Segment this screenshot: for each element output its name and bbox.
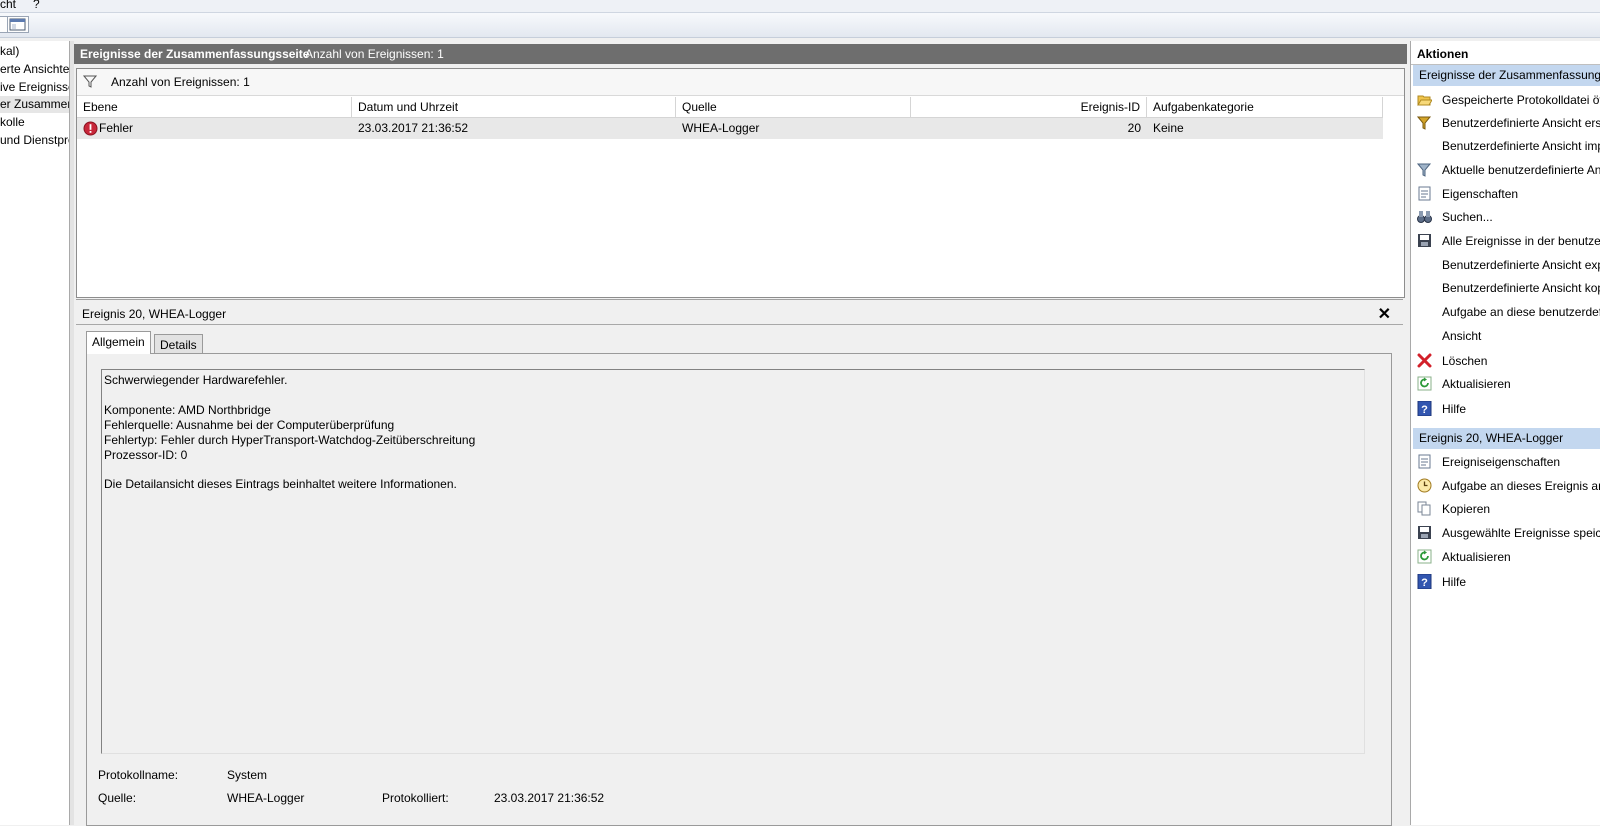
- actions-pane: Aktionen Ereignisse der Zusammenfassungs…: [1410, 41, 1600, 825]
- message-line: Fehlertyp: Fehler durch HyperTransport-W…: [104, 433, 476, 447]
- summary-header: Ereignisse der Zusammenfassungsseite Anz…: [74, 44, 1407, 64]
- refresh-icon: [1417, 376, 1432, 391]
- svg-text:?: ?: [1421, 404, 1428, 416]
- action-copy-custom-view[interactable]: Benutzerdefinierte Ansicht kopieren...: [1411, 277, 1600, 299]
- properties-icon: [1418, 186, 1431, 201]
- cell-datetime: 23.03.2017 21:36:52: [358, 121, 469, 135]
- save-icon: [1418, 526, 1431, 539]
- action-save-all-events[interactable]: Alle Ereignisse in der benutzerdefiniert…: [1411, 230, 1600, 252]
- event-list-panel: Anzahl von Ereignissen: 1 Ebene Datum un…: [76, 68, 1405, 298]
- cell-event-id: 20: [1127, 121, 1141, 135]
- column-header-level[interactable]: Ebene: [77, 97, 352, 117]
- action-view-menu[interactable]: Ansicht: [1411, 325, 1600, 347]
- tree-item-summary-page[interactable]: er Zusammenfa: [0, 96, 69, 113]
- console-pane-icon: [9, 18, 26, 31]
- delete-icon: [1417, 353, 1432, 368]
- event-message-box[interactable]: Schwerwiegender Hardwarefehler. Komponen…: [101, 369, 1365, 754]
- actions-title: Aktionen: [1417, 47, 1469, 61]
- tree-item-app-service-logs[interactable]: und Dienstpro: [0, 132, 69, 149]
- properties-icon: [1418, 454, 1431, 469]
- action-filter-custom-view[interactable]: Aktuelle benutzerdefinierte Ansicht filt…: [1411, 159, 1600, 181]
- menu-bar: cht ?: [0, 0, 1600, 13]
- column-header-event-id[interactable]: Ereignis-ID: [911, 97, 1147, 117]
- filter-icon: [1417, 163, 1432, 177]
- copy-icon: [1417, 501, 1431, 516]
- tab-details[interactable]: Details: [154, 334, 203, 354]
- summary-title: Ereignisse der Zusammenfassungsseite: [80, 47, 310, 61]
- action-copy[interactable]: Kopieren: [1411, 498, 1600, 520]
- close-icon[interactable]: ✕: [1378, 304, 1391, 324]
- folder-open-icon: [1417, 95, 1432, 106]
- save-icon: [1418, 234, 1431, 247]
- message-line: Schwerwiegender Hardwarefehler.: [104, 373, 288, 387]
- action-refresh-event[interactable]: Aktualisieren: [1411, 546, 1600, 568]
- column-header-source[interactable]: Quelle: [676, 97, 911, 117]
- center-pane: Ereignisse der Zusammenfassungsseite Anz…: [74, 41, 1407, 826]
- detail-header: Ereignis 20, WHEA-Logger ✕: [76, 302, 1403, 325]
- source-label: Quelle:: [98, 791, 137, 805]
- logged-value: 23.03.2017 21:36:52: [494, 791, 605, 805]
- toolbar: [0, 13, 1600, 38]
- toolbar-button-show-pane[interactable]: [7, 16, 29, 33]
- filter-icon: [83, 75, 97, 88]
- action-event-properties[interactable]: Ereigniseigenschaften: [1411, 451, 1600, 473]
- section-title: Ereignis 20, WHEA-Logger: [1419, 431, 1564, 445]
- table-header: Ebene Datum und Uhrzeit Quelle Ereignis-…: [77, 97, 1383, 118]
- action-create-custom-view[interactable]: Benutzerdefinierte Ansicht erstellen...: [1411, 112, 1600, 134]
- action-attach-task-view[interactable]: Aufgabe an diese benutzerdefinierte Ansi…: [1411, 301, 1600, 323]
- action-export-custom-view[interactable]: Benutzerdefinierte Ansicht exportieren..…: [1411, 254, 1600, 276]
- binoculars-icon: [1417, 211, 1432, 223]
- tree-item-local[interactable]: kal): [0, 43, 19, 60]
- menu-item-help[interactable]: ?: [33, 0, 40, 11]
- action-delete[interactable]: Löschen: [1411, 350, 1600, 372]
- cell-source: WHEA-Logger: [682, 121, 760, 135]
- message-line: Komponente: AMD Northbridge: [104, 403, 271, 417]
- summary-count: Anzahl von Ereignissen: 1: [305, 47, 444, 61]
- column-header-task-category[interactable]: Aufgabenkategorie: [1147, 97, 1383, 117]
- logged-label: Protokolliert:: [382, 791, 449, 805]
- svg-text:?: ?: [1421, 577, 1428, 589]
- action-properties[interactable]: Eigenschaften: [1411, 183, 1600, 205]
- log-name-value: System: [227, 768, 268, 782]
- action-attach-task-event[interactable]: Aufgabe an dieses Ereignis anfügen...: [1411, 475, 1600, 497]
- action-open-saved-log[interactable]: Gespeicherte Protokolldatei öffnen...: [1411, 89, 1600, 111]
- menu-item-ansicht[interactable]: cht: [0, 0, 16, 11]
- filter-add-icon: [1417, 116, 1432, 130]
- message-line: Fehlerquelle: Ausnahme bei der Computerü…: [104, 418, 395, 432]
- source-value: WHEA-Logger: [227, 791, 305, 805]
- detail-title: Ereignis 20, WHEA-Logger: [82, 307, 227, 321]
- cell-task-category: Keine: [1153, 121, 1184, 135]
- actions-section-event[interactable]: Ereignis 20, WHEA-Logger: [1413, 428, 1600, 449]
- log-name-label: Protokollname:: [98, 768, 179, 782]
- filter-count: Anzahl von Ereignissen: 1: [111, 75, 250, 89]
- message-line: Prozessor-ID: 0: [104, 448, 188, 462]
- tab-body-allgemein: Schwerwiegender Hardwarefehler. Komponen…: [86, 353, 1392, 826]
- navigation-tree: kal) erte Ansichten ive Ereignisse er Zu…: [0, 41, 70, 825]
- tree-item-admin-events[interactable]: ive Ereignisse: [0, 79, 69, 96]
- message-line: Die Detailansicht dieses Eintrags beinha…: [104, 477, 457, 491]
- tab-allgemein[interactable]: Allgemein: [86, 331, 151, 354]
- cell-level: Fehler: [99, 121, 134, 135]
- help-icon: ?: [1417, 574, 1432, 589]
- error-icon: [83, 121, 98, 136]
- action-help-event[interactable]: ? Hilfe: [1411, 571, 1600, 593]
- task-clock-icon: [1417, 478, 1432, 493]
- table-row[interactable]: Fehler 23.03.2017 21:36:52 WHEA-Logger 2…: [77, 118, 1383, 139]
- tree-item-windows-logs[interactable]: kolle: [0, 114, 25, 131]
- action-import-custom-view[interactable]: Benutzerdefinierte Ansicht importieren..…: [1411, 135, 1600, 157]
- help-icon: ?: [1417, 401, 1432, 416]
- action-find[interactable]: Suchen...: [1411, 206, 1600, 228]
- action-save-selected[interactable]: Ausgewählte Ereignisse speichern...: [1411, 522, 1600, 544]
- refresh-icon: [1417, 549, 1432, 564]
- section-title: Ereignisse der Zusammenfassungsseite: [1419, 68, 1600, 82]
- event-detail-panel: Ereignis 20, WHEA-Logger ✕ Allgemein Det…: [76, 299, 1403, 826]
- filter-row: Anzahl von Ereignissen: 1: [77, 69, 1404, 96]
- column-header-datetime[interactable]: Datum und Uhrzeit: [352, 97, 676, 117]
- tree-item-custom-views[interactable]: erte Ansichten: [0, 61, 69, 78]
- actions-section-summary[interactable]: Ereignisse der Zusammenfassungsseite: [1413, 65, 1600, 86]
- action-help[interactable]: ? Hilfe: [1411, 398, 1600, 420]
- action-refresh[interactable]: Aktualisieren: [1411, 373, 1600, 395]
- actions-header: Aktionen: [1411, 44, 1600, 65]
